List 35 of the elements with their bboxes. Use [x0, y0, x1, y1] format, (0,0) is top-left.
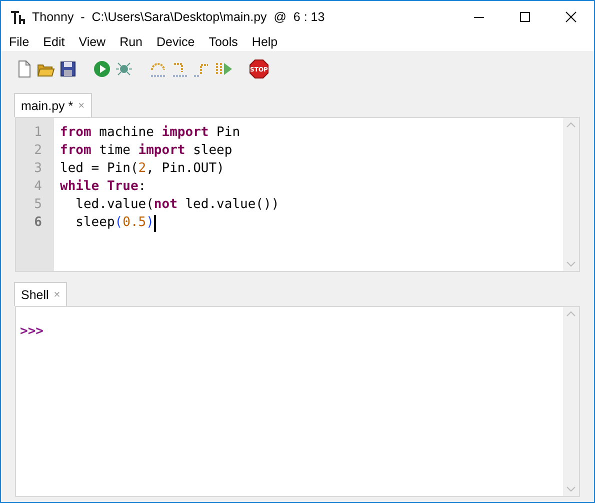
shell-prompt: >>>: [20, 324, 44, 339]
bug-icon[interactable]: [115, 60, 133, 78]
menu-item[interactable]: Run: [112, 35, 150, 49]
code-line: sleep(0.5): [74, 214, 154, 232]
window-title: Thonny - C:\Users\Sara\Desktop\main.py @ 6 : 13: [32, 10, 326, 24]
close-icon[interactable]: [565, 11, 577, 23]
code-line: from time import sleep: [60, 142, 232, 160]
line-number: 6: [33, 214, 42, 232]
tab-label: main.py *: [21, 98, 74, 112]
maximize-icon[interactable]: [519, 11, 531, 23]
line-number: 3: [33, 160, 42, 178]
app-logo-icon: [10, 9, 26, 25]
menu-item[interactable]: View: [72, 35, 113, 49]
resume-icon[interactable]: [215, 60, 233, 78]
line-number: 2: [33, 142, 42, 160]
code-line: led = Pin(2, Pin.OUT): [60, 160, 224, 178]
play-icon[interactable]: [93, 60, 111, 78]
code-line: from machine import Pin: [60, 124, 240, 142]
menu-item[interactable]: Edit: [36, 35, 72, 49]
step-into-icon[interactable]: [171, 60, 189, 78]
shell-console[interactable]: >>>: [15, 306, 580, 497]
code-line: led.value(not led.value()): [74, 196, 280, 214]
step-over-icon[interactable]: [149, 60, 167, 78]
file-tab[interactable]: Shell ×: [14, 282, 68, 306]
menu-item[interactable]: Help: [244, 35, 285, 49]
line-number: 5: [33, 196, 42, 214]
line-number: 4: [33, 178, 42, 196]
menu-item[interactable]: File: [2, 35, 36, 49]
line-number: 1: [33, 124, 42, 142]
menu-item[interactable]: Device: [150, 35, 202, 49]
tab-label: Shell: [21, 288, 49, 302]
menu-item[interactable]: Tools: [202, 35, 245, 49]
code-line: while True:: [60, 178, 146, 196]
code-editor[interactable]: from machine import Pin from time import sleep led = Pin(2, Pin.OUT) while True: led.value(not led.value()) sleep(0.5): [54, 118, 563, 271]
file-tab[interactable]: main.py * ×: [14, 93, 92, 117]
